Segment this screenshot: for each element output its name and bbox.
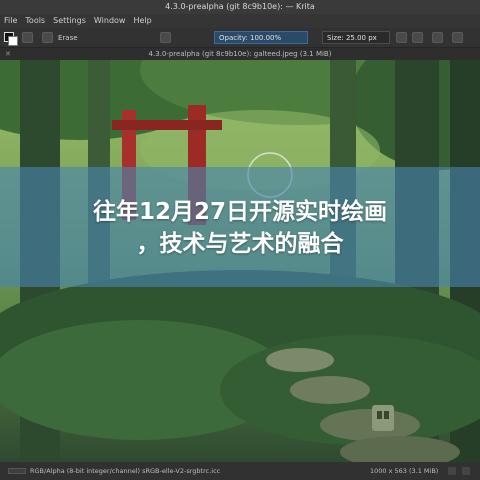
status-bar: RGB/Alpha (8-bit integer/channel) sRGB-e… (0, 462, 480, 480)
erase-mode-label[interactable]: Erase (58, 31, 78, 45)
workspace-icon[interactable] (432, 32, 443, 43)
document-tab[interactable]: ✕ 4.3.0-prealpha (git 8c9b10e): galteed.… (0, 48, 480, 60)
zoom-slider[interactable] (8, 468, 26, 474)
background-color-swatch[interactable] (8, 36, 18, 46)
zoom-icon[interactable] (462, 467, 470, 475)
menu-window[interactable]: Window (94, 14, 126, 28)
mirror-horizontal-icon[interactable] (396, 32, 407, 43)
menu-help[interactable]: Help (133, 14, 151, 28)
eraser-icon[interactable] (42, 32, 53, 43)
image-dimensions-label: 1000 x 563 (3.1 MiB) (370, 467, 439, 475)
close-tab-icon[interactable]: ✕ (5, 48, 11, 60)
mirror-vertical-icon[interactable] (412, 32, 423, 43)
document-tab-title: 4.3.0-prealpha (git 8c9b10e): galteed.jp… (148, 50, 332, 58)
size-slider[interactable]: Size: 25.00 px (322, 31, 390, 44)
window-title: 4.3.0-prealpha (git 8c9b10e): — Krita (165, 2, 315, 11)
menu-settings[interactable]: Settings (53, 14, 86, 28)
brush-preset-icon[interactable] (22, 32, 33, 43)
opacity-slider[interactable]: Opacity: 100.00% (214, 31, 308, 44)
window-title-bar: 4.3.0-prealpha (git 8c9b10e): — Krita (0, 0, 480, 14)
menu-bar: File Tools Settings Window Help (0, 14, 480, 28)
menu-file[interactable]: File (4, 14, 17, 28)
color-profile-label: RGB/Alpha (8-bit integer/channel) sRGB-e… (30, 467, 221, 475)
tool-options-bar: Erase Opacity: 100.00% Size: 25.00 px (0, 28, 480, 48)
fit-view-icon[interactable] (448, 467, 456, 475)
banner-line-1: 往年12月27日开源实时绘画 (92, 199, 387, 225)
blend-mode-icon[interactable] (160, 32, 171, 43)
banner-line-2: ，技术与艺术的融合 (136, 231, 344, 257)
menu-tools[interactable]: Tools (25, 14, 45, 28)
wrap-around-icon[interactable] (452, 32, 463, 43)
banner-headline: 往年12月27日开源实时绘画 ，技术与艺术的融合 (0, 196, 480, 260)
